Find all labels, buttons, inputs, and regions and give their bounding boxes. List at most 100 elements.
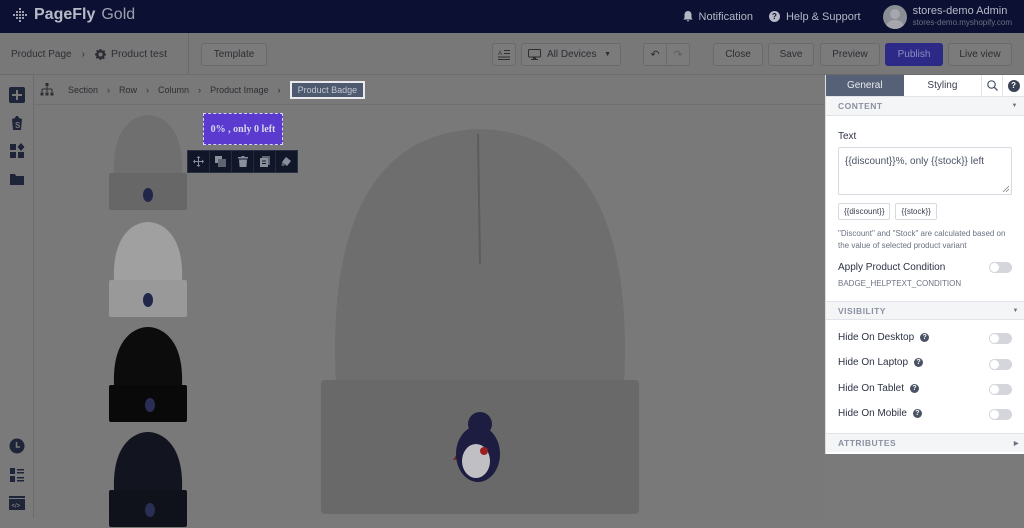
chevron-right-icon: ›	[198, 84, 202, 95]
logo-icon	[13, 8, 27, 22]
delete-button[interactable]	[232, 151, 254, 172]
left-sidebar: S </>	[0, 75, 34, 518]
apps-icon[interactable]	[9, 143, 25, 159]
resize-handle-icon[interactable]	[1003, 186, 1009, 192]
breadcrumb-product-image[interactable]: Product Image	[210, 85, 269, 95]
plan-name: Gold	[101, 6, 136, 23]
product-main-image[interactable]	[318, 124, 642, 516]
help-icon[interactable]: ?	[909, 384, 919, 393]
condition-help-text: BADGE_HELPTEXT_CONDITION	[838, 279, 962, 288]
eraser-icon	[281, 157, 291, 166]
template-button[interactable]: Template	[201, 43, 267, 66]
breadcrumb-section[interactable]: Section	[68, 85, 98, 95]
element-breadcrumb: Section › Row › Column › Product Image › Pro…	[34, 75, 824, 105]
breadcrumb-column[interactable]: Column	[158, 85, 189, 95]
breadcrumb-row[interactable]: Row	[119, 85, 137, 95]
svg-text:S: S	[15, 121, 21, 130]
style-eraser-button[interactable]	[276, 151, 297, 172]
preview-button[interactable]: Preview	[820, 43, 880, 66]
save-button[interactable]: Save	[768, 43, 814, 66]
close-button[interactable]: Close	[713, 43, 763, 66]
page-name[interactable]: Product test	[111, 48, 167, 60]
help-support-link[interactable]: ? Help & Support	[768, 10, 861, 23]
bell-icon	[682, 11, 693, 22]
copy-icon	[259, 156, 270, 167]
add-element-icon[interactable]	[9, 87, 25, 103]
pagefly-logo: PageFly Gold	[12, 6, 135, 24]
chevron-right-icon: ›	[146, 84, 150, 95]
hide-tablet-toggle[interactable]	[989, 384, 1012, 395]
product-badge[interactable]: 0% , only 0 left	[203, 113, 283, 145]
discount-token-button[interactable]: {{discount}}	[838, 203, 891, 220]
hide-desktop-row: Hide On Desktop?	[838, 332, 930, 343]
hide-desktop-toggle[interactable]	[989, 333, 1012, 344]
help-icon[interactable]: ?	[920, 333, 930, 342]
gear-icon[interactable]	[94, 48, 106, 60]
help-icon[interactable]: ?	[914, 358, 924, 367]
content-section-header[interactable]: CONTENT ▼	[826, 97, 1024, 116]
undo-icon: ↶	[650, 49, 660, 61]
text-label: Text	[838, 131, 857, 142]
text-input[interactable]: {{discount}}%, only {{stock}} left	[838, 147, 1012, 195]
text-input-value: {{discount}}%, only {{stock}} left	[845, 156, 984, 167]
notification-link[interactable]: Notification	[682, 10, 753, 23]
shopify-icon[interactable]: S	[9, 115, 25, 131]
settings-panel: General Styling ? CONTENT ▼ Text {{discou…	[825, 75, 1024, 454]
history-icon[interactable]	[9, 438, 25, 454]
live-view-button[interactable]: Live view	[948, 43, 1012, 66]
chevron-right-icon: ›	[277, 84, 281, 95]
svg-text:</>: </>	[12, 504, 21, 510]
undo-button[interactable]: ↶	[643, 43, 667, 66]
notification-label: Notification	[698, 10, 753, 23]
product-thumbnail[interactable]	[108, 430, 188, 528]
apply-condition-toggle[interactable]	[989, 262, 1012, 273]
hide-mobile-row: Hide On Mobile?	[838, 408, 922, 419]
redo-button[interactable]: ↷	[666, 43, 690, 66]
tab-general[interactable]: General	[826, 75, 904, 96]
user-account[interactable]: stores-demo Admin stores-demo.myshopify.…	[913, 5, 1012, 29]
hide-tablet-label: Hide On Tablet	[838, 383, 904, 394]
folder-icon[interactable]	[9, 171, 25, 187]
product-thumbnail[interactable]	[108, 220, 188, 318]
visibility-section-header[interactable]: VISIBILITY ▼	[826, 301, 1024, 320]
help-icon: ?	[768, 11, 780, 22]
hide-laptop-toggle[interactable]	[989, 359, 1012, 370]
duplicate-button[interactable]	[210, 151, 232, 172]
caret-down-icon: ▼	[604, 51, 611, 58]
caret-right-icon: ▶	[1013, 440, 1019, 447]
help-icon[interactable]: ?	[912, 409, 922, 418]
move-icon	[193, 156, 204, 167]
apply-condition-label: Apply Product Condition	[838, 262, 946, 273]
copy-button[interactable]	[254, 151, 276, 172]
avatar[interactable]	[882, 4, 907, 29]
trash-icon	[237, 156, 248, 167]
move-button[interactable]	[188, 151, 210, 172]
device-select[interactable]: All Devices ▼	[521, 43, 621, 66]
hide-laptop-label: Hide On Laptop	[838, 357, 909, 368]
hierarchy-icon[interactable]	[40, 83, 54, 96]
page-type-link[interactable]: Product Page	[11, 49, 72, 60]
top-bar: PageFly Gold Notification ? Help & Suppor…	[0, 0, 1024, 33]
attributes-section-header[interactable]: ATTRIBUTES ▶	[826, 433, 1024, 452]
code-icon[interactable]: </>	[9, 495, 25, 511]
layers-list-icon[interactable]	[9, 467, 25, 483]
stock-token-button[interactable]: {{stock}}	[895, 203, 937, 220]
content-section-title: CONTENT	[838, 101, 883, 111]
hide-mobile-toggle[interactable]	[989, 409, 1012, 420]
help-button[interactable]: ?	[1003, 75, 1024, 96]
chevron-right-icon: ›	[107, 84, 111, 95]
publish-button[interactable]: Publish	[885, 43, 943, 66]
search-icon	[986, 80, 998, 91]
breadcrumb-product-badge[interactable]: Product Badge	[289, 80, 366, 99]
user-store: stores-demo.myshopify.com	[912, 17, 1012, 27]
text-format-button[interactable]: A	[492, 43, 516, 66]
token-help-text: "Discount" and "Stock" are calculated ba…	[838, 229, 1006, 250]
product-thumbnail[interactable]	[108, 113, 188, 211]
desktop-icon	[528, 49, 541, 60]
search-button[interactable]	[982, 75, 1004, 96]
product-thumbnail[interactable]	[108, 325, 188, 423]
help-label: Help & Support	[785, 10, 861, 23]
hide-mobile-label: Hide On Mobile	[838, 408, 907, 419]
tab-styling[interactable]: Styling	[904, 75, 983, 96]
caret-down-icon: ▼	[1011, 103, 1018, 109]
